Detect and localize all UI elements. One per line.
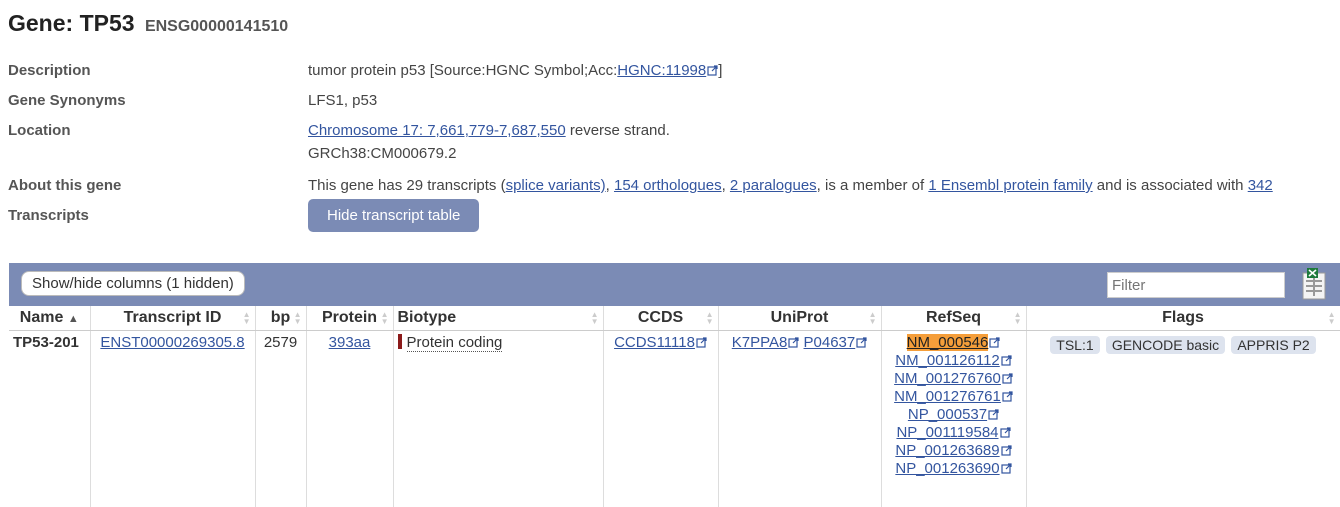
table-row: TP53-201 ENST00000269305.8 2579 393aa Pr…	[9, 331, 1340, 507]
sort-icon: ▲▼	[869, 311, 877, 325]
transcript-name: TP53-201	[9, 331, 90, 507]
external-link-icon[interactable]	[1002, 373, 1013, 384]
column-header-label: Protein	[322, 309, 377, 326]
column-header-refseq[interactable]: RefSeq ▲▼	[881, 306, 1026, 331]
refseq-link[interactable]: NM_001126112	[895, 352, 1000, 369]
column-header-label: Transcript ID	[124, 309, 222, 326]
location-label: Location	[8, 122, 308, 162]
column-header-label: CCDS	[638, 309, 683, 326]
sort-ascending-icon: ▲	[68, 313, 79, 325]
column-header-label: Name	[20, 309, 64, 326]
external-link-icon[interactable]	[988, 409, 999, 420]
column-header-label: Biotype	[398, 309, 457, 326]
column-header-label: Flags	[1162, 309, 1204, 326]
about-label: About this gene	[8, 177, 308, 194]
column-header-label: RefSeq	[926, 309, 981, 326]
refseq-link[interactable]: NP_001263689	[895, 442, 999, 459]
biotype-value: Protein coding	[407, 334, 503, 352]
sort-icon: ▲▼	[243, 311, 251, 325]
sort-icon: ▲▼	[381, 311, 389, 325]
biotype-cell: Protein coding	[393, 331, 603, 507]
transcript-table: Name ▲ Transcript ID▲▼ bp▲▼ Protein▲▼ Bi…	[9, 306, 1340, 507]
synonyms-value: LFS1, p53	[308, 92, 377, 109]
hgnc-link[interactable]: HGNC:11998	[617, 62, 706, 79]
page-title: Gene: TP53 ENSG00000141510	[8, 10, 288, 37]
location-link[interactable]: Chromosome 17: 7,661,779-7,687,550	[308, 122, 566, 139]
sort-icon: ▲▼	[706, 311, 714, 325]
ccds-link[interactable]: CCDS11118	[614, 334, 695, 351]
flag-badge: APPRIS P2	[1231, 336, 1315, 354]
external-link-icon[interactable]	[1001, 355, 1012, 366]
column-header-biotype[interactable]: Biotype ▲▼	[393, 306, 603, 331]
uniprot-link[interactable]: P04637	[804, 334, 856, 351]
associated-link[interactable]: 342	[1248, 177, 1273, 194]
about-text-2: ,	[606, 177, 614, 194]
gene-label: Gene: TP53	[8, 10, 135, 36]
refseq-link[interactable]: NM_001276760	[894, 370, 1001, 387]
show-hide-columns-button[interactable]: Show/hide columns (1 hidden)	[21, 271, 245, 296]
refseq-link[interactable]: NP_000537	[908, 406, 987, 423]
external-link-icon[interactable]	[856, 337, 867, 348]
sort-icon: ▲▼	[1014, 311, 1022, 325]
external-link-icon[interactable]	[1001, 463, 1012, 474]
splice-variants-link[interactable]: splice variants)	[506, 177, 606, 194]
about-text-3: ,	[722, 177, 730, 194]
flags-cell: TSL:1 GENCODE basic APPRIS P2	[1026, 331, 1340, 507]
description-end: ]	[718, 62, 722, 79]
flag-badge: TSL:1	[1050, 336, 1099, 354]
description-label: Description	[8, 62, 308, 79]
external-link-icon[interactable]	[1002, 391, 1013, 402]
column-header-transcript-id[interactable]: Transcript ID ▲▼	[90, 306, 255, 331]
sort-icon: ▲▼	[591, 311, 599, 325]
location-value: Chromosome 17: 7,661,779-7,687,550 rever…	[308, 122, 670, 162]
column-header-protein[interactable]: Protein ▲▼	[306, 306, 393, 331]
gene-stable-id: ENSG00000141510	[145, 18, 288, 35]
location-strand: reverse strand.	[566, 122, 670, 139]
description-text: tumor protein p53 [Source:HGNC Symbol;Ac…	[308, 62, 617, 79]
about-text-4: , is a member of	[817, 177, 929, 194]
column-header-ccds[interactable]: CCDS ▲▼	[603, 306, 718, 331]
column-header-name[interactable]: Name ▲	[9, 306, 90, 331]
location-assembly: GRCh38:CM000679.2	[308, 145, 670, 162]
column-header-uniprot[interactable]: UniProt ▲▼	[718, 306, 881, 331]
about-text-1: This gene has 29 transcripts (	[308, 177, 506, 194]
paralogues-link[interactable]: 2 paralogues	[730, 177, 817, 194]
refseq-link[interactable]: NP_001263690	[895, 460, 999, 477]
uniprot-link[interactable]: K7PPA8	[732, 334, 788, 351]
external-link-icon[interactable]	[788, 337, 799, 348]
orthologues-link[interactable]: 154 orthologues	[614, 177, 722, 194]
synonyms-label: Gene Synonyms	[8, 92, 308, 109]
transcript-bp: 2579	[255, 331, 306, 507]
external-link-icon[interactable]	[707, 65, 718, 76]
description-value: tumor protein p53 [Source:HGNC Symbol;Ac…	[308, 62, 722, 79]
about-text-5: and is associated with	[1093, 177, 1248, 194]
column-header-label: bp	[271, 309, 291, 326]
transcripts-label: Transcripts	[8, 207, 308, 232]
external-link-icon[interactable]	[696, 337, 707, 348]
protein-link[interactable]: 393aa	[329, 334, 371, 351]
protein-family-link[interactable]: 1 Ensembl protein family	[928, 177, 1092, 194]
external-link-icon[interactable]	[989, 337, 1000, 348]
column-header-bp[interactable]: bp▲▼	[255, 306, 306, 331]
sort-icon: ▲▼	[1328, 311, 1336, 325]
column-header-label: UniProt	[771, 309, 829, 326]
biotype-color-marker	[398, 334, 402, 349]
flag-badge: GENCODE basic	[1106, 336, 1225, 354]
column-header-flags[interactable]: Flags ▲▼	[1026, 306, 1340, 331]
external-link-icon[interactable]	[1001, 445, 1012, 456]
excel-export-icon[interactable]	[1301, 268, 1327, 300]
external-link-icon[interactable]	[1000, 427, 1011, 438]
transcript-id-link[interactable]: ENST00000269305.8	[100, 334, 244, 351]
filter-input[interactable]	[1107, 272, 1285, 298]
refseq-link[interactable]: NP_001119584	[896, 424, 998, 441]
hide-transcript-table-button[interactable]: Hide transcript table	[308, 199, 479, 232]
transcript-table-toolbar: Show/hide columns (1 hidden)	[9, 263, 1340, 306]
refseq-cell: NM_000546 NM_001126112 NM_001276760 NM_0…	[881, 331, 1026, 507]
sort-icon: ▲▼	[294, 311, 302, 325]
refseq-link[interactable]: NM_001276761	[894, 388, 1001, 405]
refseq-link[interactable]: NM_000546	[907, 334, 989, 351]
about-value: This gene has 29 transcripts (splice var…	[308, 177, 1273, 194]
